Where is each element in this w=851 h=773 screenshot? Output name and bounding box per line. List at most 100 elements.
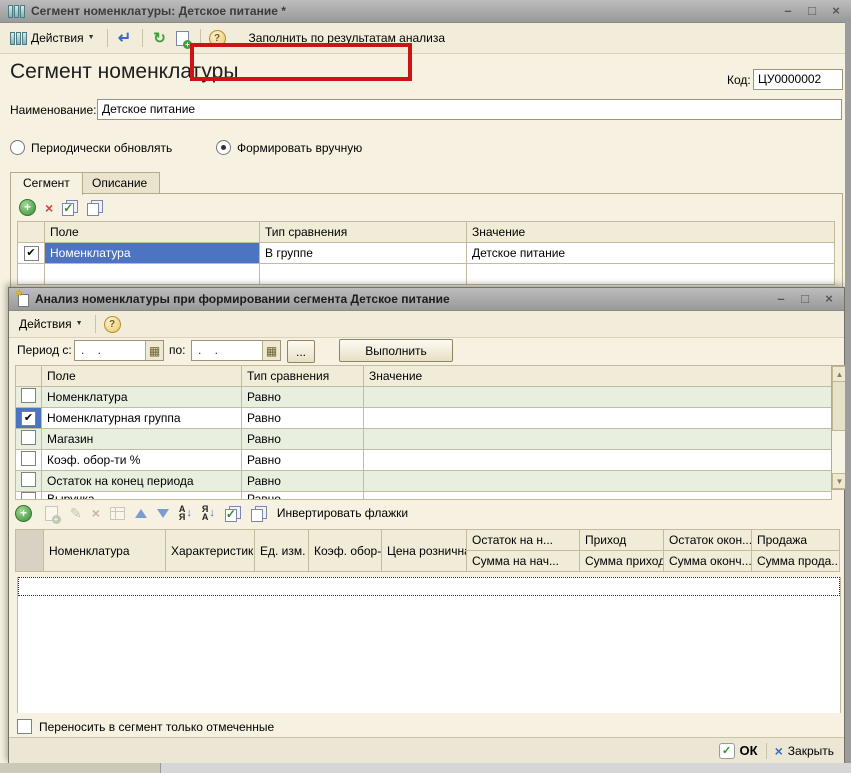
transfer-checkbox-label: Переносить в сегмент только отмеченные	[39, 720, 274, 734]
calendar-icon[interactable]: ▦	[145, 341, 163, 360]
cell-field[interactable]: Коэф. обор-ти %	[42, 450, 242, 471]
fill-by-analysis-button[interactable]: Заполнить по результатам анализа	[243, 28, 452, 48]
delete-row-icon[interactable]: ×	[45, 200, 53, 216]
move-up-icon[interactable]	[135, 509, 147, 518]
cell-value[interactable]	[364, 408, 832, 429]
table-row[interactable]: Магазин Равно	[16, 429, 832, 450]
actions-label: Действия	[19, 317, 72, 331]
chevron-down-icon: ▼	[88, 33, 95, 43]
copy-new-icon[interactable]: +	[174, 29, 192, 47]
segment-tab-panel: + × ✓ Поле Тип сравнения Значение ✔ Номе…	[10, 193, 843, 289]
empty-row	[18, 264, 835, 285]
cell-comparison[interactable]: Равно	[242, 408, 364, 429]
row-checkbox[interactable]	[21, 472, 36, 487]
help-icon[interactable]: ?	[209, 30, 226, 47]
row-checkbox[interactable]: ✔	[21, 411, 36, 426]
cell-comparison[interactable]: Равно	[242, 471, 364, 492]
cell-comparison[interactable]: Равно	[247, 492, 358, 499]
cell-comparison[interactable]: Равно	[242, 450, 364, 471]
radio-manual-circle[interactable]	[216, 140, 231, 155]
cell-value[interactable]	[364, 429, 832, 450]
add-row-icon[interactable]: +	[15, 505, 32, 522]
row-checkbox[interactable]	[21, 388, 36, 403]
row-checkbox[interactable]	[21, 451, 36, 466]
uncheck-all-icon[interactable]	[87, 200, 103, 215]
row-checkbox[interactable]: ✔	[24, 246, 39, 261]
go-to-list-icon[interactable]: ↵	[116, 29, 134, 47]
actions-menu-button[interactable]: Действия ▼	[15, 315, 87, 333]
check-all-icon[interactable]: ✓	[225, 506, 241, 521]
period-row: Период с: . . ▦ по: . . ▦ ... Выполнить	[9, 336, 844, 364]
table-row[interactable]: ✔ Номенклатурная группа Равно	[16, 408, 832, 429]
invert-flags-button[interactable]: Инвертировать флажки	[277, 506, 408, 520]
transfer-checkbox[interactable]	[17, 719, 32, 734]
cell-value[interactable]	[369, 492, 826, 499]
cell-field[interactable]: Выручка	[47, 492, 236, 499]
radio-manual[interactable]: Формировать вручную	[216, 140, 362, 155]
period-more-button[interactable]: ...	[287, 340, 315, 363]
cell-field[interactable]: Номенклатура	[45, 243, 260, 264]
add-row-icon[interactable]: +	[19, 199, 36, 216]
radio-periodic-circle[interactable]	[10, 140, 25, 155]
minimize-icon[interactable]: –	[774, 292, 788, 306]
cell-field[interactable]: Магазин	[42, 429, 242, 450]
run-button[interactable]: Выполнить	[339, 339, 453, 362]
ok-button[interactable]: ✓ ОК	[719, 743, 758, 759]
cell-value[interactable]	[364, 450, 832, 471]
cell-value[interactable]: Детское питание	[467, 243, 835, 264]
table-row[interactable]: Остаток на конец периода Равно	[16, 471, 832, 492]
cell-value[interactable]	[364, 471, 832, 492]
delete-row-icon[interactable]: ×	[92, 505, 100, 521]
table-row[interactable]: Коэф. обор-ти % Равно	[16, 450, 832, 471]
name-field[interactable]: Детское питание	[97, 99, 842, 120]
row-checkbox[interactable]	[21, 430, 36, 445]
cell-comparison[interactable]: Равно	[242, 429, 364, 450]
cell-comparison[interactable]: В группе	[260, 243, 467, 264]
cell-field[interactable]: Номенклатура	[42, 387, 242, 408]
maximize-icon[interactable]: □	[798, 292, 812, 306]
cell-field[interactable]: Остаток на конец периода	[42, 471, 242, 492]
code-field[interactable]: ЦУ0000002	[753, 69, 843, 90]
result-table-toolbar: + + ✎ × АЯ ↓ ЯА ↓ ✓ Инвертировать флажки	[15, 499, 838, 527]
sort-desc-icon[interactable]: ЯА ↓	[202, 505, 215, 521]
move-down-icon[interactable]	[157, 509, 169, 518]
close-icon[interactable]: ×	[822, 292, 836, 306]
ok-label: ОК	[740, 743, 758, 758]
cell-field[interactable]: Номенклатурная группа	[42, 408, 242, 429]
header-value: Значение	[467, 222, 835, 243]
edit-row-icon[interactable]: ✎	[70, 505, 82, 522]
period-to-input[interactable]: . . ▦	[191, 340, 281, 361]
col-income: Приход	[580, 530, 664, 551]
result-table-body[interactable]	[17, 577, 841, 713]
minimize-icon[interactable]: –	[781, 4, 795, 18]
sort-asc-icon[interactable]: АЯ ↓	[179, 505, 192, 521]
cell-comparison[interactable]: Равно	[242, 387, 364, 408]
check-all-icon[interactable]: ✓	[62, 200, 78, 215]
toolbar-separator	[95, 315, 96, 333]
end-edit-icon[interactable]	[110, 507, 125, 520]
transfer-checkbox-row[interactable]: Переносить в сегмент только отмеченные	[17, 719, 274, 734]
analysis-window: ★ Анализ номенклатуры при формировании с…	[8, 287, 845, 764]
analysis-window-title: Анализ номенклатуры при формировании сег…	[35, 292, 768, 306]
screen-right-edge	[845, 22, 851, 763]
copy-row-icon[interactable]: +	[42, 504, 60, 522]
col-sales-sum: Сумма прода...	[752, 551, 840, 572]
maximize-icon[interactable]: □	[805, 4, 819, 18]
table-row[interactable]: ✔ Номенклатура В группе Детское питание	[18, 243, 835, 264]
calendar-icon[interactable]: ▦	[262, 341, 280, 360]
ok-check-icon: ✓	[719, 743, 735, 759]
close-icon[interactable]: ×	[829, 4, 843, 18]
uncheck-all-icon[interactable]	[251, 506, 267, 521]
help-icon[interactable]: ?	[104, 316, 121, 333]
close-button[interactable]: × Закрыть	[775, 743, 834, 759]
cell-value[interactable]	[364, 387, 832, 408]
period-from-input[interactable]: . . ▦	[74, 340, 164, 361]
tab-description[interactable]: Описание	[79, 172, 160, 194]
table-row[interactable]: Номенклатура Равно	[16, 387, 832, 408]
actions-menu-button[interactable]: Действия ▼	[6, 29, 99, 47]
row-checkbox[interactable]	[21, 492, 36, 499]
tab-segment[interactable]: Сегмент	[10, 172, 83, 195]
radio-periodic[interactable]: Периодически обновлять	[10, 140, 172, 155]
refresh-icon[interactable]: ↻	[151, 29, 169, 47]
toolbar-separator	[107, 29, 108, 47]
